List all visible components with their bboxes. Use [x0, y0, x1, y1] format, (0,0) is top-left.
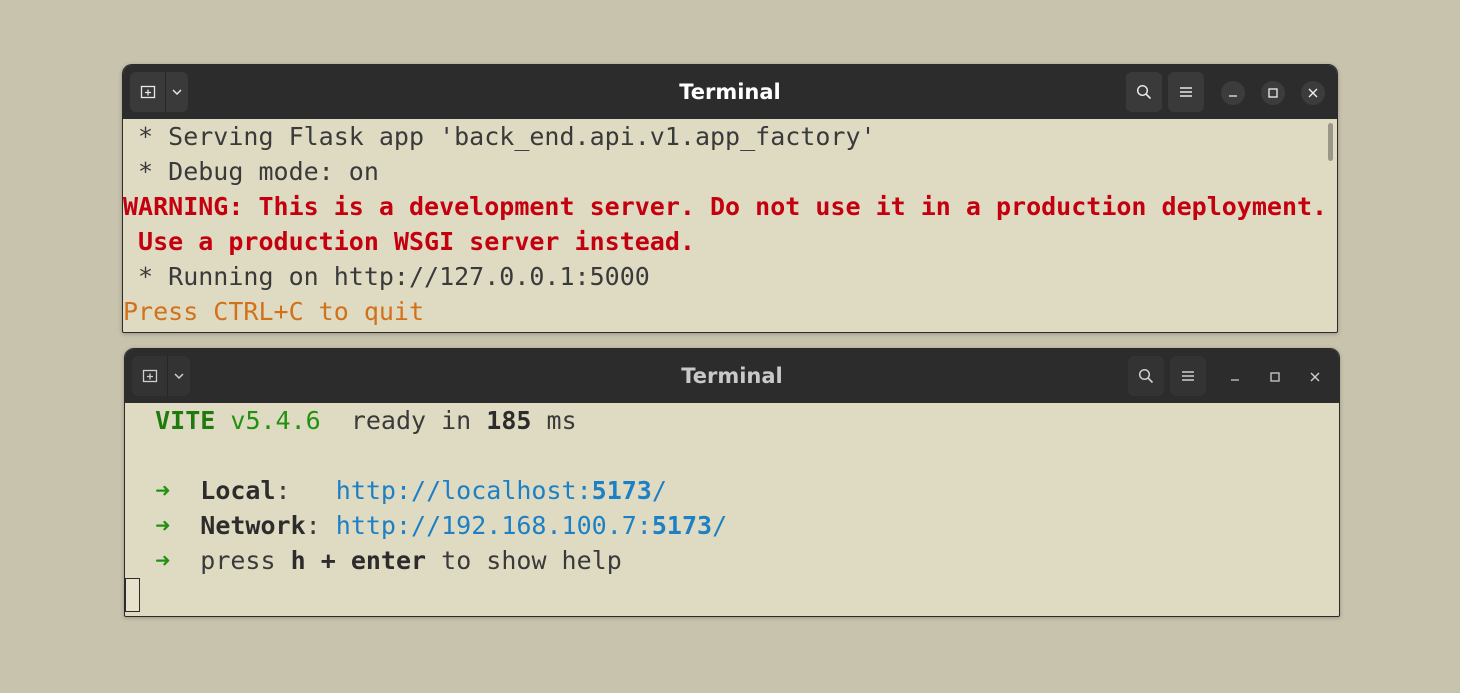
chevron-down-icon[interactable] [168, 356, 190, 396]
new-tab-split-button[interactable] [130, 72, 188, 112]
network-url-prefix: http://192.168.100.7: [335, 511, 652, 540]
arrow-icon: ➜ [155, 511, 171, 540]
output-line-help: ➜ press h + enter to show help [125, 543, 622, 578]
menu-button[interactable] [1168, 72, 1204, 112]
titlebar[interactable]: Terminal [123, 65, 1337, 119]
vite-version: v5.4.6 [230, 406, 321, 435]
ready-text: ready in [350, 406, 472, 435]
output-line-local: ➜ Local: http://localhost:5173/ [125, 473, 667, 508]
new-tab-icon[interactable] [130, 72, 166, 112]
local-colon: : [275, 476, 291, 505]
minimize-button[interactable] [1223, 365, 1247, 389]
terminal-window-flask[interactable]: Terminal * Serving Flask app 'back_end.a… [122, 64, 1338, 333]
local-label: Local [200, 476, 276, 505]
output-line-debug: * Debug mode: on [123, 157, 379, 186]
search-icon [1136, 84, 1152, 100]
local-url[interactable]: http://localhost:5173/ [336, 476, 667, 505]
maximize-icon [1270, 372, 1280, 382]
output-line-warning: WARNING: This is a development server. D… [123, 192, 1328, 221]
output-line-warning-2: Use a production WSGI server instead. [123, 227, 695, 256]
arrow-icon: ➜ [155, 476, 171, 505]
terminal-output[interactable]: VITE v5.4.6 ready in 185 ms ➜ Local: htt… [125, 403, 1339, 616]
minimize-icon [1229, 95, 1237, 97]
hamburger-menu-icon [1182, 371, 1194, 381]
arrow-icon: ➜ [155, 546, 171, 575]
local-slash: / [651, 476, 667, 505]
vite-name: VITE [155, 406, 216, 435]
network-slash: / [712, 511, 728, 540]
chevron-down-icon[interactable] [166, 72, 188, 112]
maximize-icon [1268, 88, 1278, 98]
terminal-output[interactable]: * Serving Flask app 'back_end.api.v1.app… [123, 119, 1337, 332]
new-tab-split-button[interactable] [132, 356, 190, 396]
output-line-vite-ready: VITE v5.4.6 ready in 185 ms [125, 403, 577, 438]
minimize-button[interactable] [1221, 81, 1245, 105]
close-icon [1310, 372, 1320, 382]
output-line-running: * Running on http://127.0.0.1:5000 [123, 262, 650, 291]
local-port: 5173 [591, 476, 652, 505]
hamburger-menu-icon [1180, 87, 1192, 97]
output-line-serving: * Serving Flask app 'back_end.api.v1.app… [123, 122, 876, 151]
network-colon: : [305, 511, 321, 540]
maximize-button[interactable] [1263, 365, 1287, 389]
output-line-network: ➜ Network: http://192.168.100.7:5173/ [125, 508, 727, 543]
titlebar[interactable]: Terminal [125, 349, 1339, 403]
ready-ms: 185 [486, 406, 532, 435]
scrollbar[interactable] [1328, 123, 1333, 161]
minimize-icon [1231, 379, 1239, 381]
search-button[interactable] [1126, 72, 1162, 112]
new-tab-icon[interactable] [132, 356, 168, 396]
menu-button[interactable] [1170, 356, 1206, 396]
terminal-window-vite[interactable]: Terminal VITE v5.4.6 ready in 185 ms ➜ L… [124, 348, 1340, 617]
help-key: h + enter [290, 546, 427, 575]
close-button[interactable] [1303, 365, 1327, 389]
close-icon [1308, 88, 1318, 98]
output-line-quit: Press CTRL+C to quit [123, 297, 425, 326]
network-label: Network [200, 511, 306, 540]
text-cursor [125, 578, 140, 612]
search-icon [1138, 368, 1154, 384]
search-button[interactable] [1128, 356, 1164, 396]
close-button[interactable] [1301, 81, 1325, 105]
help-press: press [200, 546, 276, 575]
local-url-prefix: http://localhost: [335, 476, 592, 505]
network-url[interactable]: http://192.168.100.7:5173/ [336, 511, 727, 540]
maximize-button[interactable] [1261, 81, 1285, 105]
help-rest: to show help [441, 546, 622, 575]
ms-unit: ms [546, 406, 577, 435]
network-port: 5173 [651, 511, 713, 540]
